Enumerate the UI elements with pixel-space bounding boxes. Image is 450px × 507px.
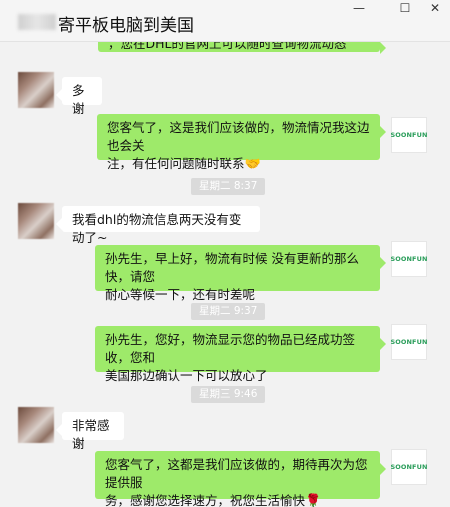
contact-avatar[interactable] xyxy=(18,72,54,108)
title-bar: 寄平板电脑到美国 — ☐ ✕ xyxy=(0,0,450,42)
avatar-text: SOONFUN xyxy=(390,131,428,139)
avatar-text: SOONFUN xyxy=(390,255,428,263)
message-bubble-sent: ，您在DHL的官网上可以随时查询物流动态 xyxy=(98,42,386,54)
soonfun-avatar[interactable]: SOONFUN xyxy=(390,241,428,277)
chat-messages[interactable]: ，您在DHL的官网上可以随时查询物流动态 多谢 您客气了，这是我们应该做的，物流… xyxy=(0,42,450,507)
message-bubble-sent: 您客气了，这都是我们应该做的，期待再次为您提供服 务，感谢您选择速方，祝您生活愉… xyxy=(95,451,386,507)
handshake-emoji: 🤝 xyxy=(244,157,261,172)
maximize-icon[interactable]: ☐ xyxy=(392,0,418,16)
message-text: 多谢 xyxy=(72,83,85,116)
contact-avatar[interactable] xyxy=(18,203,54,239)
soonfun-avatar[interactable]: SOONFUN xyxy=(390,117,428,153)
message-text-line: 耐心等候一下，还有时差呢 xyxy=(105,287,256,302)
minimize-icon[interactable]: — xyxy=(346,0,372,16)
timestamp: 星期三 9:46 xyxy=(191,386,266,403)
message-text-line: 务，感谢您选择速方，祝您生活愉快 xyxy=(105,493,306,507)
avatar-text: SOONFUN xyxy=(390,338,428,346)
avatar-text: SOONFUN xyxy=(390,463,428,471)
message-bubble-received: 非常感谢 xyxy=(56,412,124,451)
soonfun-avatar[interactable]: SOONFUN xyxy=(390,324,428,360)
contact-avatar[interactable] xyxy=(18,407,54,443)
message-text-line: 注，有任何问题随时联系 xyxy=(107,156,245,171)
chat-title: 寄平板电脑到美国 xyxy=(58,16,194,36)
close-icon[interactable]: ✕ xyxy=(422,0,448,16)
message-bubble-sent: 孙先生，您好，物流显示您的物品已经成功签收，您和 美国那边确认一下可以放心了 xyxy=(95,326,386,383)
message-text: ，您在DHL的官网上可以随时查询物流动态 xyxy=(108,42,347,51)
rose-emoji: 🌹 xyxy=(305,494,322,507)
message-bubble-received: 我看dhl的物流信息两天没有变动了~ xyxy=(56,206,260,245)
soonfun-avatar[interactable]: SOONFUN xyxy=(390,449,428,485)
message-text-line: 孙先生，早上好，物流有时候 没有更新的那么快，请您 xyxy=(105,251,359,284)
message-text: 我看dhl的物流信息两天没有变动了~ xyxy=(72,212,242,245)
message-bubble-received: 多谢 xyxy=(56,77,102,116)
blurred-contact-name xyxy=(18,14,56,30)
message-text-line: 您客气了，这是我们应该做的，物流情况我这边也会关 xyxy=(107,120,370,153)
message-text: 非常感谢 xyxy=(72,418,110,451)
message-bubble-sent: 孙先生，早上好，物流有时候 没有更新的那么快，请您 耐心等候一下，还有时差呢 xyxy=(95,245,386,302)
message-bubble-sent: 您客气了，这是我们应该做的，物流情况我这边也会关 注，有任何问题随时联系🤝 xyxy=(97,114,386,172)
timestamp: 星期二 9:37 xyxy=(191,303,266,320)
message-text-line: 您客气了，这都是我们应该做的，期待再次为您提供服 xyxy=(105,457,368,490)
message-text-line: 美国那边确认一下可以放心了 xyxy=(105,368,268,383)
message-text-line: 孙先生，您好，物流显示您的物品已经成功签收，您和 xyxy=(105,332,356,365)
timestamp: 星期二 8:37 xyxy=(191,178,266,195)
